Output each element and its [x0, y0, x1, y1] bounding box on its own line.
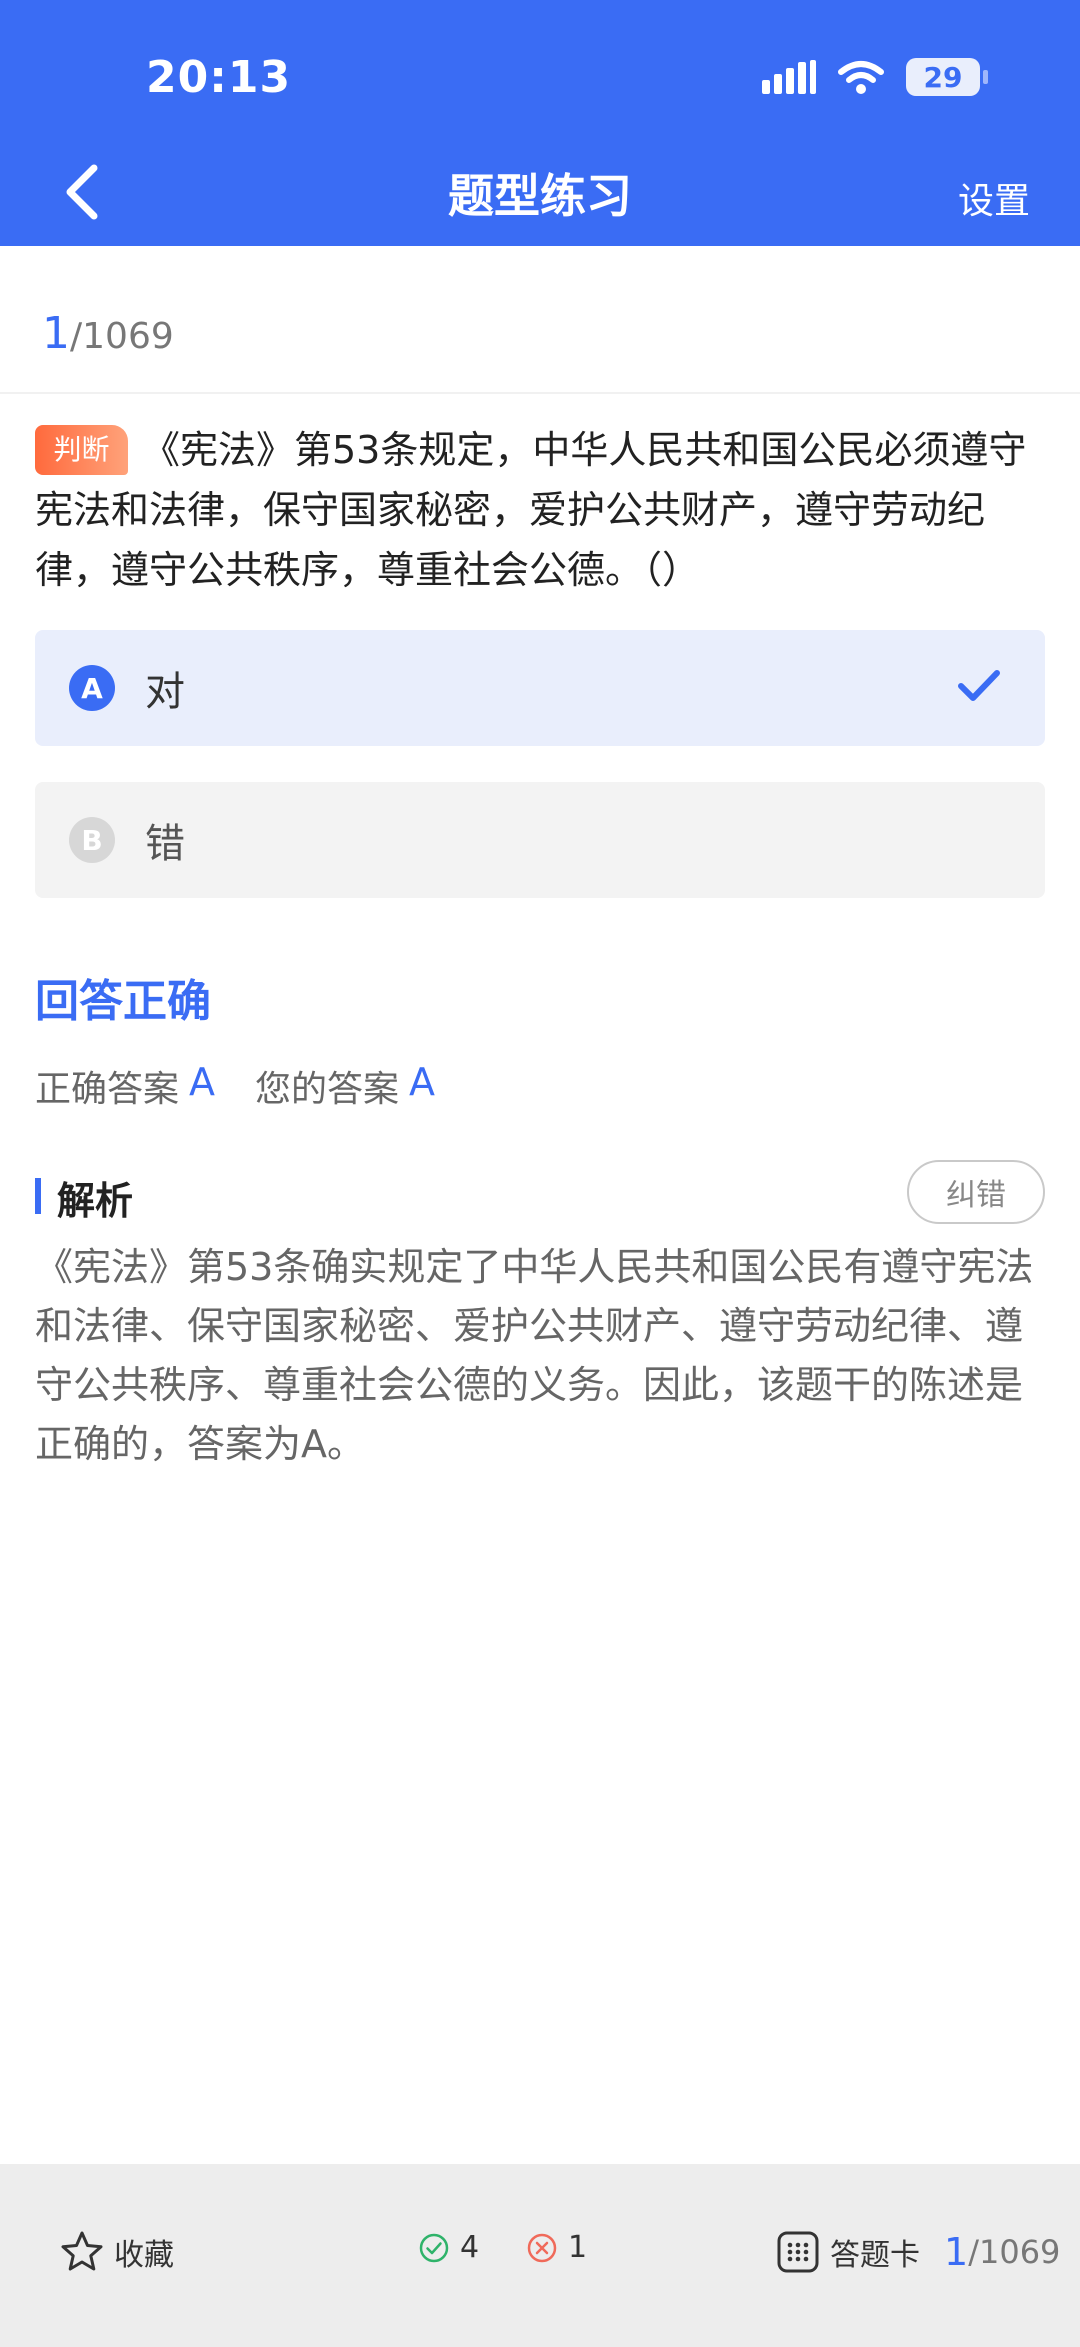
analysis-header: 解析 纠错: [35, 1160, 1045, 1230]
correct-answer-label: 正确答案: [35, 1069, 180, 1110]
option-letter: B: [69, 817, 115, 863]
option-b[interactable]: B 错: [35, 782, 1045, 898]
checkmark-icon: [958, 670, 1000, 701]
favorite-label: 收藏: [114, 2238, 174, 2273]
question-counter: 1/1069: [42, 308, 174, 359]
bottom-toolbar: 收藏 4 1 答题卡 1/1069: [0, 2164, 1080, 2347]
analysis-title: 解析: [57, 1179, 134, 1223]
grid-card-icon: [777, 2231, 819, 2273]
battery-indicator: 29: [906, 58, 988, 96]
your-answer-label: 您的答案: [255, 1069, 400, 1110]
correct-check-icon: [419, 2233, 449, 2262]
report-error-button[interactable]: 纠错: [907, 1160, 1045, 1224]
result-title: 回答正确: [35, 976, 211, 1027]
wrong-count-value: 1: [568, 2230, 588, 2265]
footer-total: /1069: [968, 2233, 1061, 2271]
option-label: 错: [145, 821, 185, 867]
your-answer-value: A: [409, 1060, 436, 1104]
page-title: 题型练习: [448, 169, 632, 223]
wrong-count: 1: [526, 2230, 587, 2265]
option-letter: A: [69, 665, 115, 711]
status-time: 20:13: [146, 52, 292, 103]
answer-card-button[interactable]: 答题卡: [776, 2230, 920, 2274]
star-icon: [61, 2231, 103, 2271]
question-text: 《宪法》第53条规定，中华人民共和国公民必须遵守宪法和法律，保守国家秘密，爱护公…: [35, 428, 1027, 592]
option-label: 对: [145, 669, 185, 715]
option-a[interactable]: A 对: [35, 630, 1045, 746]
app-header: 20:13 29 题型练习 设置: [0, 0, 1080, 246]
footer-current: 1: [944, 2230, 969, 2274]
question-type-tag: 判断: [35, 425, 128, 475]
correct-count-value: 4: [460, 2230, 480, 2265]
correct-answer-value: A: [189, 1060, 216, 1104]
answer-summary: 正确答案 A 您的答案 A: [35, 1060, 465, 1112]
answer-card-label: 答题卡: [830, 2238, 920, 2273]
favorite-button[interactable]: 收藏: [60, 2230, 174, 2274]
wifi-icon: [838, 61, 884, 94]
current-index: 1: [42, 308, 70, 359]
status-icons: 29: [762, 58, 988, 96]
signal-icon: [762, 60, 816, 94]
correct-count: 4: [418, 2230, 479, 2265]
wrong-x-icon: [527, 2233, 557, 2262]
analysis-text: 《宪法》第53条确实规定了中华人民共和国公民有遵守宪法和法律、保守国家秘密、爱护…: [35, 1245, 1034, 1466]
footer-progress: 1/1069: [944, 2230, 1060, 2274]
question-counter-row: 1/1069: [0, 246, 1080, 394]
section-accent-bar: [35, 1178, 41, 1214]
question-stem: 判断 《宪法》第53条规定，中华人民共和国公民必须遵守宪法和法律，保守国家秘密，爱…: [35, 420, 1045, 600]
total-count: /1069: [70, 316, 174, 357]
settings-button[interactable]: 设置: [958, 172, 1030, 224]
